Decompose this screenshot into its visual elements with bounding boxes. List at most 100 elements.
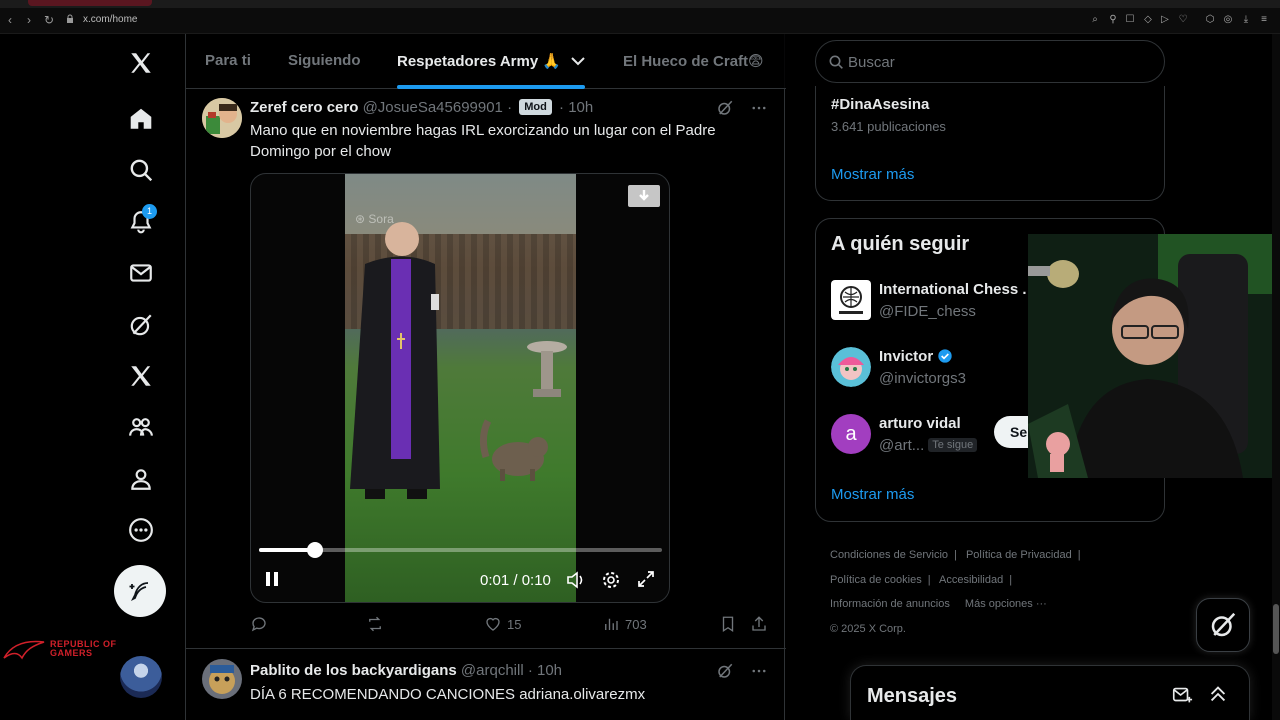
site-info-icon[interactable] xyxy=(66,14,74,24)
bookmark-icon xyxy=(722,616,734,633)
tab-respetadores-army[interactable]: Respetadores Army 🙏 xyxy=(397,52,585,70)
pause-icon xyxy=(266,572,278,586)
download-arrow-icon xyxy=(639,190,649,201)
tweet-text: DÍA 6 RECOMENDANDO CANCIONES adriana.oli… xyxy=(250,686,646,703)
bookmark-page-icon[interactable]: ☐ xyxy=(1124,14,1136,26)
messages-title: Mensajes xyxy=(867,685,958,707)
grok-icon[interactable] xyxy=(716,99,734,117)
compose-post-button[interactable] xyxy=(114,565,166,617)
like-count: 15 xyxy=(507,616,522,632)
tab-el-hueco-de-craft[interactable]: El Hueco de Craft😨 xyxy=(623,52,764,70)
search-icon[interactable] xyxy=(126,155,156,185)
page-scrollbar[interactable] xyxy=(1272,34,1280,720)
avatar[interactable] xyxy=(831,347,871,387)
tab-label: Respetadores Army 🙏 xyxy=(397,53,562,70)
notifications-icon[interactable]: 1 xyxy=(126,204,157,237)
expand-drawer-icon[interactable] xyxy=(1207,683,1229,705)
priest-figure xyxy=(350,222,440,499)
video-download-button[interactable] xyxy=(628,185,660,207)
tweet[interactable]: Zeref cero cero @JosueSa45699901 · Mod ·… xyxy=(186,89,786,649)
tweet-time[interactable]: · 10h xyxy=(559,99,593,116)
reply-button[interactable] xyxy=(250,615,268,633)
pause-button[interactable] xyxy=(263,570,281,593)
avatar[interactable] xyxy=(831,280,871,320)
bookmark-button[interactable] xyxy=(719,615,737,633)
author-handle[interactable]: @arqchill xyxy=(461,662,524,679)
share-button[interactable] xyxy=(750,615,768,633)
address-bar[interactable]: x.com/home xyxy=(83,14,137,25)
messages-icon[interactable] xyxy=(126,258,156,288)
communities-icon[interactable] xyxy=(126,412,156,442)
video-watermark: ⊛ Sora xyxy=(355,212,394,226)
messages-drawer[interactable]: Mensajes xyxy=(850,665,1250,720)
x-logo-icon[interactable] xyxy=(126,48,156,78)
footer-link[interactable]: Condiciones de Servicio xyxy=(830,549,948,561)
grok-chat-button[interactable] xyxy=(1196,598,1250,652)
more-icon[interactable] xyxy=(750,662,768,680)
back-icon[interactable]: ‹ xyxy=(8,13,12,27)
heart-icon[interactable]: ♡ xyxy=(1177,14,1189,26)
more-icon[interactable] xyxy=(750,99,768,117)
premium-x-icon[interactable] xyxy=(126,361,156,391)
fullscreen-button[interactable] xyxy=(637,570,655,593)
gear-icon xyxy=(603,572,619,588)
home-timeline: Para ti Siguiendo Respetadores Army 🙏 El… xyxy=(185,34,786,720)
footer-more-options[interactable]: Más opciones ··· xyxy=(965,598,1047,610)
repost-icon xyxy=(369,616,381,632)
footer-link[interactable]: Información de anuncios xyxy=(830,598,950,610)
trend-tag[interactable]: #DinaAsesina xyxy=(831,96,929,113)
home-icon[interactable] xyxy=(126,104,156,134)
tab-para-ti[interactable]: Para ti xyxy=(205,52,251,69)
video-player[interactable]: ⊛ Sora 0:01 / 0:10 xyxy=(250,173,670,603)
new-message-icon[interactable] xyxy=(1171,684,1193,706)
avatar-initial[interactable]: a xyxy=(831,414,871,454)
download-icon[interactable]: ⤓ xyxy=(1240,14,1252,26)
left-navigation: 1 xyxy=(0,34,185,720)
trends-show-more-link[interactable]: Mostrar más xyxy=(831,166,914,183)
chevron-down-icon[interactable] xyxy=(571,56,585,66)
video-time: 0:01 / 0:10 xyxy=(480,572,551,589)
search-input[interactable]: Buscar xyxy=(815,40,1165,83)
suggested-user-handle: @invictorgs3 xyxy=(879,370,966,387)
author-name[interactable]: Pablito de los backyardigans xyxy=(250,662,457,679)
menu-icon[interactable]: ≡ xyxy=(1258,14,1270,26)
tab-siguiendo[interactable]: Siguiendo xyxy=(288,52,361,69)
copyright: © 2025 X Corp. xyxy=(830,622,906,635)
tweet-actions: 15 703 xyxy=(250,615,770,637)
moderator-badge: Mod xyxy=(519,99,552,115)
shield-icon[interactable]: ◇ xyxy=(1142,14,1154,26)
who-to-follow-show-more-link[interactable]: Mostrar más xyxy=(831,486,914,503)
video-scrubber-handle[interactable] xyxy=(307,542,324,558)
video-progress-bar[interactable] xyxy=(259,542,662,558)
views-button[interactable]: 703 xyxy=(602,615,647,633)
video-settings-button[interactable] xyxy=(601,570,621,595)
footer-link[interactable]: Accesibilidad xyxy=(939,574,1003,586)
tweet-time[interactable]: · 10h xyxy=(528,662,562,679)
chat-icon[interactable]: ◎ xyxy=(1222,14,1234,26)
zoom-icon[interactable]: ⌕ xyxy=(1089,14,1101,26)
browser-tab[interactable] xyxy=(28,0,152,6)
avatar[interactable] xyxy=(202,659,242,699)
scrollbar-thumb[interactable] xyxy=(1273,604,1279,654)
trends-card: #DinaAsesina 3.641 publicaciones Mostrar… xyxy=(815,86,1165,201)
browser-toolbar: ‹ › ↻ x.com/home ⌕ ⚲ ☐ ◇ ▷ ♡ ⬡ ◎ ⤓ ≡ xyxy=(0,8,1280,34)
reload-icon[interactable]: ↻ xyxy=(44,13,54,27)
repost-button[interactable] xyxy=(366,615,384,633)
grok-icon[interactable] xyxy=(126,310,156,340)
author-handle[interactable]: @JosueSa45699901 xyxy=(363,99,503,116)
extensions-icon[interactable]: ⬡ xyxy=(1204,14,1216,26)
play-icon[interactable]: ▷ xyxy=(1159,14,1171,26)
more-options-icon[interactable] xyxy=(126,515,156,545)
author-name[interactable]: Zeref cero cero xyxy=(250,99,358,116)
profile-icon[interactable] xyxy=(126,464,156,494)
tweet[interactable]: Pablito de los backyardigans @arqchill ·… xyxy=(186,649,786,720)
avatar[interactable] xyxy=(202,98,242,138)
footer-link[interactable]: Política de Privacidad xyxy=(966,549,1072,561)
forward-icon[interactable]: › xyxy=(27,13,31,27)
volume-button[interactable] xyxy=(566,570,586,595)
timeline-tabs: Para ti Siguiendo Respetadores Army 🙏 El… xyxy=(186,34,786,89)
pin-icon[interactable]: ⚲ xyxy=(1107,14,1119,26)
like-button[interactable]: 15 xyxy=(484,615,521,633)
footer-link[interactable]: Política de cookies xyxy=(830,574,922,586)
grok-icon[interactable] xyxy=(716,662,734,680)
